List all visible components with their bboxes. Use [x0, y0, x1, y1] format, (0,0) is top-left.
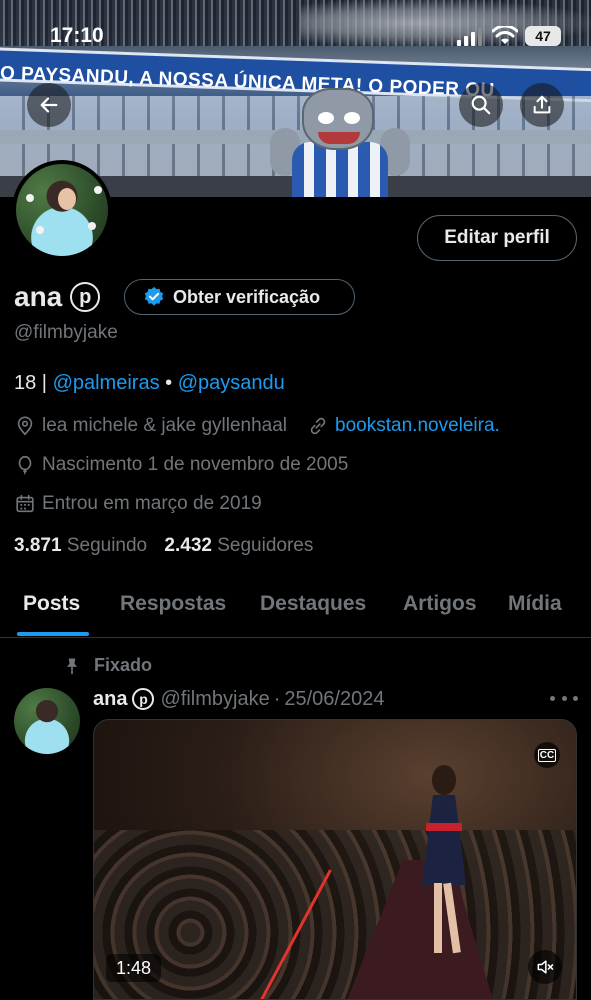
post-author-name[interactable]: ana	[93, 688, 127, 711]
profile-location: lea michele & jake gyllenhaal	[42, 415, 288, 436]
muted-speaker-icon	[537, 960, 554, 974]
active-tab-indicator	[17, 632, 89, 636]
performer-leg	[434, 883, 442, 953]
search-icon	[471, 95, 491, 115]
profile-handle: @filmbyjake	[14, 322, 118, 343]
following-count: 3.871	[14, 535, 62, 556]
profile-tabs: Posts Respostas Destaques Artigos Mídia	[0, 580, 591, 638]
pinned-label-row: Fixado	[62, 655, 152, 676]
follow-stats: 3.871 Seguindo 2.432 Seguidores	[14, 535, 313, 557]
following-label: Seguindo	[66, 535, 148, 556]
wifi-icon	[492, 26, 518, 44]
pin-icon	[67, 658, 77, 674]
share-icon	[533, 95, 551, 114]
avatar-face	[58, 188, 76, 210]
post-date[interactable]: 25/06/2024	[284, 688, 384, 711]
post-author-avatar[interactable]	[14, 688, 80, 754]
bio-mention-palmeiras[interactable]: @palmeiras	[53, 372, 160, 394]
post-video[interactable]: CC 1:48	[93, 719, 577, 1000]
pinned-label: Fixado	[94, 655, 153, 675]
post-author-handle: @filmbyjake	[160, 687, 270, 710]
status-time: 17:10	[50, 24, 104, 47]
post-date-separator: ·	[273, 687, 281, 710]
p-badge-icon: p	[132, 688, 155, 710]
mascot-body	[292, 142, 388, 197]
mute-button[interactable]	[528, 950, 562, 984]
video-performer	[414, 765, 474, 965]
video-audience	[94, 830, 576, 999]
dot	[550, 695, 555, 701]
followers-label: Seguidores	[217, 535, 314, 556]
profile-website-link[interactable]: bookstan.noveleira.	[335, 415, 500, 437]
balloon-icon	[18, 455, 32, 475]
cellular-signal-icon	[457, 28, 482, 46]
dot	[561, 695, 567, 701]
back-button[interactable]	[27, 83, 71, 127]
profile-name: ana	[14, 281, 63, 312]
dot	[573, 695, 578, 701]
status-bar: 17:10 47	[0, 20, 591, 54]
mascot-eye	[318, 112, 334, 124]
captions-button[interactable]: CC	[534, 742, 560, 768]
share-button[interactable]	[520, 83, 564, 127]
avatar-flower	[36, 226, 44, 234]
profile-joined: Entrou em março de 2019	[42, 493, 262, 514]
avatar-flower	[88, 222, 96, 230]
get-verified-label: Obter verificação	[173, 286, 321, 307]
verified-badge-icon	[144, 286, 164, 306]
mascot-eye	[344, 112, 360, 124]
battery-indicator: 47	[525, 26, 561, 46]
followers-link[interactable]: 2.432 Seguidores	[164, 535, 313, 556]
bio-text: 18 |	[14, 372, 53, 394]
performer-head	[432, 765, 456, 795]
tab-articles[interactable]: Artigos	[403, 592, 477, 616]
mascot-mouth	[318, 132, 360, 144]
search-button[interactable]	[459, 83, 503, 127]
bio-mention-paysandu[interactable]: @paysandu	[178, 372, 285, 394]
profile-avatar[interactable]	[12, 160, 112, 260]
profile-bio: 18 | @palmeiras • @paysandu	[14, 372, 285, 395]
followers-count: 2.432	[164, 535, 212, 556]
profile-meta-location-row: lea michele & jake gyllenhaal bookstan.n…	[14, 413, 500, 439]
tab-posts[interactable]: Posts	[23, 592, 80, 616]
bio-separator: •	[159, 372, 178, 394]
get-verified-button[interactable]: Obter verificação	[124, 279, 355, 315]
avatar-flower	[26, 194, 34, 202]
following-link[interactable]: 3.871 Seguindo	[14, 535, 147, 556]
location-pin-icon	[17, 416, 33, 436]
avatar-flower	[94, 186, 102, 194]
cc-icon: CC	[537, 748, 557, 762]
performer-belt	[426, 823, 462, 831]
video-duration: 1:48	[106, 954, 162, 982]
tab-highlights[interactable]: Destaques	[260, 592, 366, 616]
more-options-icon[interactable]	[550, 690, 578, 706]
edit-profile-button[interactable]: Editar perfil	[417, 215, 577, 261]
profile-meta-joined-row: Entrou em março de 2019	[14, 491, 262, 517]
arrow-left-icon	[40, 97, 58, 113]
performer-leg	[443, 882, 461, 954]
link-icon	[310, 417, 326, 435]
calendar-icon	[16, 494, 34, 513]
banner-mascot	[270, 88, 410, 197]
profile-meta-birthday-row: Nascimento 1 de novembro de 2005	[14, 452, 348, 478]
tab-replies[interactable]: Respostas	[120, 592, 226, 616]
profile-name-row: ana p	[14, 278, 101, 316]
p-badge-icon: p	[70, 282, 101, 312]
profile-birthday: Nascimento 1 de novembro de 2005	[42, 454, 349, 475]
performer-dress	[422, 795, 466, 885]
post-header: ana p @filmbyjake · 25/06/2024	[93, 684, 384, 714]
tab-media[interactable]: Mídia	[508, 592, 562, 616]
